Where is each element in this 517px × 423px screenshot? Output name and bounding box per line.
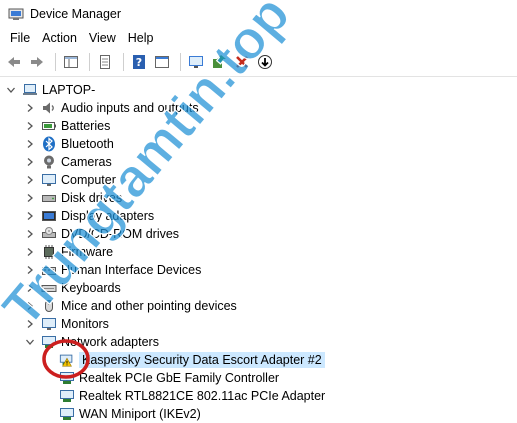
tree-category[interactable]: Display adapters (25, 207, 154, 225)
chevron-right-icon[interactable] (25, 121, 35, 131)
device-item-warning[interactable]: Kaspersky Security Data Escort Adapter #… (59, 351, 325, 369)
show-hide-console-tree-icon[interactable] (61, 52, 81, 72)
menu-action[interactable]: Action (36, 31, 83, 45)
category-label: Network adapters (61, 335, 159, 349)
keyboard-icon (41, 280, 57, 296)
tree-category[interactable]: DVD/CD-ROM drives (25, 225, 179, 243)
console-window-icon[interactable] (152, 52, 172, 72)
category-label: Disk drives (61, 191, 123, 205)
tree-category[interactable]: Audio inputs and outputs (25, 99, 199, 117)
menu-file[interactable]: File (4, 31, 36, 45)
tree-category[interactable]: Disk drives (25, 189, 122, 207)
menu-view[interactable]: View (83, 31, 122, 45)
enable-device-icon[interactable] (255, 52, 275, 72)
toolbar-separator (55, 53, 56, 71)
tree-category[interactable]: Monitors (25, 315, 109, 333)
camera-icon (41, 154, 57, 170)
device-label: Kaspersky Security Data Escort Adapter #… (79, 352, 325, 368)
toolbar: ? (0, 48, 517, 77)
category-label: Batteries (61, 119, 111, 133)
tree-category-expanded[interactable]: Network adapters (25, 333, 159, 351)
tree-category[interactable]: Batteries (25, 117, 110, 135)
menu-help[interactable]: Help (122, 31, 160, 45)
dvd-drive-icon (41, 226, 57, 242)
tree-category[interactable]: Mice and other pointing devices (25, 297, 237, 315)
chevron-down-icon[interactable] (6, 85, 16, 95)
chevron-right-icon[interactable] (25, 247, 35, 257)
scan-hardware-changes-icon[interactable] (186, 52, 206, 72)
forward-arrow-icon[interactable] (27, 52, 47, 72)
chevron-right-icon[interactable] (25, 175, 35, 185)
tree-category[interactable]: Cameras (25, 153, 112, 171)
toolbar-separator (89, 53, 90, 71)
tree-root[interactable]: LAPTOP- (6, 81, 95, 99)
network-adapter-icon (41, 334, 57, 350)
title-bar: Device Manager (0, 0, 517, 28)
device-item[interactable]: WAN Miniport (IKEv2) (59, 405, 201, 423)
firmware-icon (41, 244, 57, 260)
category-label: Human Interface Devices (61, 263, 202, 277)
tree-category[interactable]: Computer (25, 171, 116, 189)
toolbar-separator (180, 53, 181, 71)
bluetooth-icon (41, 136, 57, 152)
category-label: Cameras (61, 155, 112, 169)
chevron-right-icon[interactable] (25, 193, 35, 203)
tree-category[interactable]: Human Interface Devices (25, 261, 201, 279)
device-label: Realtek PCIe GbE Family Controller (79, 371, 280, 385)
chevron-right-icon[interactable] (25, 139, 35, 149)
device-manager-app-icon (8, 6, 24, 22)
menu-bar: File Action View Help (0, 28, 517, 48)
device-label: WAN Miniport (IKEv2) (79, 407, 201, 421)
back-arrow-icon[interactable] (4, 52, 24, 72)
device-label: Realtek RTL8821CE 802.11ac PCIe Adapter (79, 389, 326, 403)
category-label: Keyboards (61, 281, 121, 295)
tree-category[interactable]: Keyboards (25, 279, 121, 297)
chevron-down-icon[interactable] (25, 337, 35, 347)
update-driver-icon[interactable] (209, 52, 229, 72)
display-adapter-icon (41, 208, 57, 224)
uninstall-device-icon[interactable] (232, 52, 252, 72)
chevron-right-icon[interactable] (25, 211, 35, 221)
category-label: Display adapters (61, 209, 155, 223)
category-label: Mice and other pointing devices (61, 299, 237, 313)
tree-category[interactable]: Bluetooth (25, 135, 114, 153)
device-tree: LAPTOP- Audio inputs and outputs Batteri… (0, 80, 517, 421)
chevron-right-icon[interactable] (25, 301, 35, 311)
computer-icon (41, 172, 57, 188)
category-label: Firmware (61, 245, 114, 259)
speaker-icon (41, 100, 57, 116)
chevron-right-icon[interactable] (25, 283, 35, 293)
tree-category[interactable]: Firmware (25, 243, 113, 261)
network-adapter-icon (59, 370, 75, 386)
category-label: Bluetooth (61, 137, 114, 151)
toolbar-separator (123, 53, 124, 71)
chevron-right-icon[interactable] (25, 157, 35, 167)
properties-icon[interactable] (95, 52, 115, 72)
device-item[interactable]: Realtek PCIe GbE Family Controller (59, 369, 279, 387)
chevron-right-icon[interactable] (25, 319, 35, 329)
monitor-icon (41, 316, 57, 332)
svg-text:?: ? (136, 56, 142, 69)
chevron-right-icon[interactable] (25, 229, 35, 239)
category-label: Computer (61, 173, 116, 187)
category-label: DVD/CD-ROM drives (61, 227, 180, 241)
laptop-icon (22, 82, 38, 98)
hid-icon (41, 262, 57, 278)
help-icon[interactable]: ? (129, 52, 149, 72)
device-item[interactable]: Realtek RTL8821CE 802.11ac PCIe Adapter (59, 387, 325, 405)
category-label: Monitors (61, 317, 109, 331)
network-adapter-icon (59, 388, 75, 404)
mouse-icon (41, 298, 57, 314)
network-adapter-warning-icon (59, 352, 75, 368)
chevron-right-icon[interactable] (25, 103, 35, 113)
disk-drive-icon (41, 190, 57, 206)
battery-icon (41, 118, 57, 134)
category-label: Audio inputs and outputs (61, 101, 199, 115)
window-title: Device Manager (30, 7, 122, 21)
chevron-right-icon[interactable] (25, 265, 35, 275)
computer-name: LAPTOP- (42, 83, 96, 97)
network-adapter-icon (59, 406, 75, 422)
